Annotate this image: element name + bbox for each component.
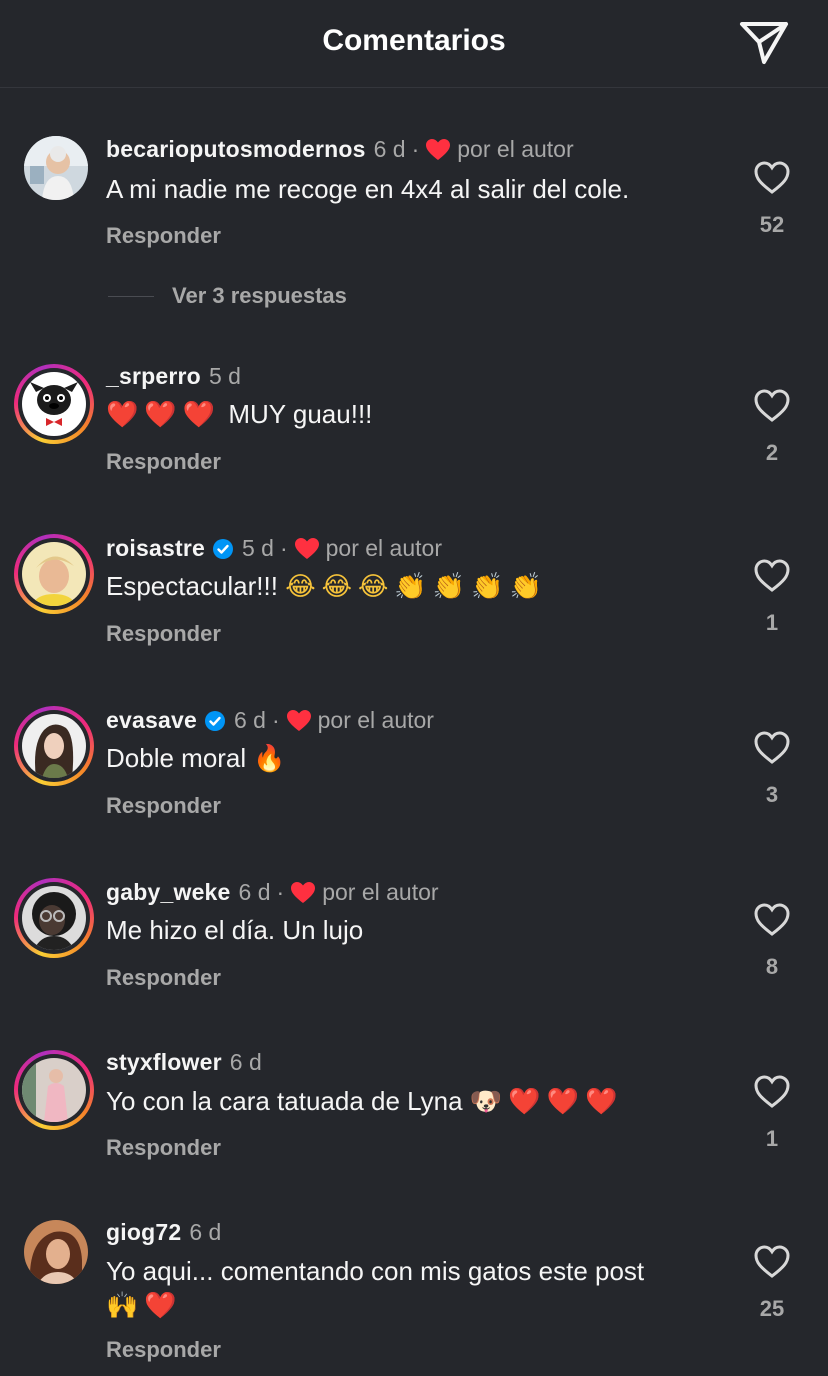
comment-meta: roisastre 5 d · por el autor [106,535,442,562]
avatar[interactable] [14,878,94,958]
comment-meta: _srperro 5 d [106,363,241,390]
author-like-label: por el autor [325,535,442,561]
username[interactable]: styxflower [106,1049,222,1076]
verified-badge-icon [212,538,233,559]
verified-badge-icon [204,710,225,731]
comment-time: 6 d [229,1049,262,1075]
username[interactable]: _srperro [106,363,201,390]
like-count: 25 [759,1296,785,1321]
red-heart-emoji-icon: ❤️ [508,1087,541,1117]
red-heart-emoji-icon: ❤️ [144,400,177,430]
reply-button[interactable]: Responder [106,1337,221,1363]
like-count: 52 [759,212,785,237]
author-heart-icon [291,881,316,903]
comment-meta: evasave 6 d · por el autor [106,707,434,734]
comment-text: Yo aqui... comentando con mis gatos este… [106,1256,645,1321]
heart-outline-icon[interactable] [754,161,790,195]
comment-time: 6 d [189,1219,222,1245]
red-heart-emoji-icon: ❤️ [182,400,216,430]
reply-button[interactable]: Responder [106,223,221,249]
clap-emoji-icon: 👏 [394,572,427,602]
heart-outline-icon[interactable] [754,731,790,765]
comment-text: Yo con la cara tatuada de Lyna 🐶 ❤️ ❤️ ❤️ [106,1086,618,1117]
comment-text: ❤️ ❤️ ❤️ MUY guau!!! [106,399,373,430]
comment-meta: gaby_weke 6 d · por el autor [106,879,439,906]
avatar[interactable] [24,1220,88,1284]
username[interactable]: gaby_weke [106,879,231,906]
comment-meta: becarioputosmodernos 6 d · por el autor [106,136,574,163]
like-count: 3 [765,782,779,807]
like-count: 8 [765,954,779,979]
comment-time: 6 d [238,879,271,905]
divider [108,295,154,297]
red-heart-emoji-icon: ❤️ [584,1087,618,1117]
red-heart-emoji-icon: ❤️ [144,1291,177,1321]
like-count: 1 [765,1126,779,1151]
heart-outline-icon[interactable] [754,1075,790,1109]
avatar[interactable] [14,364,94,444]
header: Comentarios [0,0,828,88]
clap-emoji-icon: 👏 [509,572,542,602]
avatar[interactable] [14,534,94,614]
view-replies-button[interactable]: Ver 3 respuestas [108,283,347,309]
avatar[interactable] [24,136,88,200]
clap-emoji-icon: 👏 [432,572,466,602]
author-like-label: por el autor [317,707,434,733]
like-count: 1 [765,610,779,635]
dog-face-emoji-icon: 🐶 [469,1087,503,1117]
like-count: 2 [765,440,779,465]
comment-text: Me hizo el día. Un lujo [106,915,364,945]
reply-button[interactable]: Responder [106,793,221,819]
author-heart-icon [426,138,451,160]
reply-button[interactable]: Responder [106,621,221,647]
comment-time: 6 d [233,707,266,733]
username[interactable]: evasave [106,707,197,734]
red-heart-emoji-icon: ❤️ [106,400,139,430]
comment-time: 5 d [241,535,274,561]
reply-button[interactable]: Responder [106,449,221,475]
heart-outline-icon[interactable] [754,559,790,593]
raising-hands-emoji-icon: 🙌 [106,1291,139,1321]
comment-text: Doble moral 🔥 [106,743,286,774]
send-icon[interactable] [738,20,790,66]
laughing-emoji-icon: 😂 [358,572,389,602]
author-like-label: por el autor [322,879,439,905]
comment-text: Espectacular!!! 😂 😂 😂 👏 👏 👏 👏 [106,571,542,602]
laughing-emoji-icon: 😂 [321,572,352,602]
heart-outline-icon[interactable] [754,1245,790,1279]
page-title: Comentarios [322,24,506,57]
username[interactable]: becarioputosmodernos [106,136,366,163]
comment-time: 6 d [373,136,406,162]
avatar[interactable] [14,706,94,786]
author-like-label: por el autor [457,136,574,162]
comment-time: 5 d [208,363,241,389]
username[interactable]: roisastre [106,535,205,562]
avatar[interactable] [14,1050,94,1130]
comment-meta: giog72 6 d [106,1219,221,1246]
laughing-emoji-icon: 😂 [285,572,316,602]
comment-meta: styxflower 6 d [106,1049,262,1076]
fire-emoji-icon: 🔥 [253,744,286,774]
red-heart-emoji-icon: ❤️ [546,1087,579,1117]
clap-emoji-icon: 👏 [471,572,504,602]
heart-outline-icon[interactable] [754,903,790,937]
author-heart-icon [294,537,319,559]
username[interactable]: giog72 [106,1219,181,1246]
reply-button[interactable]: Responder [106,1135,221,1161]
comment-text: A mi nadie me recoge en 4x4 al salir del… [106,174,630,204]
author-heart-icon [286,709,311,731]
heart-outline-icon[interactable] [754,389,790,423]
reply-button[interactable]: Responder [106,965,221,991]
